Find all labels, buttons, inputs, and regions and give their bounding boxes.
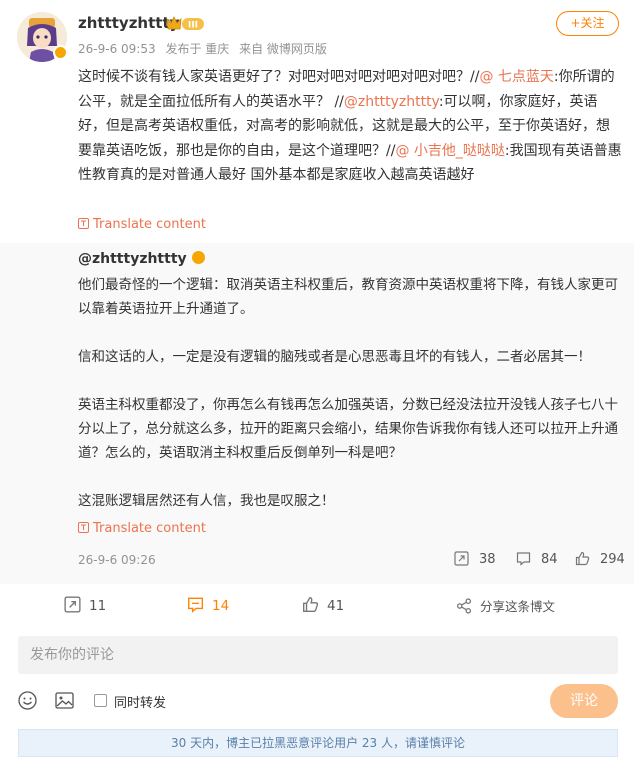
repost-checkbox[interactable] bbox=[94, 694, 107, 707]
verified-icon bbox=[191, 251, 205, 264]
repost-count: 11 bbox=[89, 598, 107, 614]
repost-translate-link[interactable]: Translate content bbox=[78, 521, 206, 536]
translate-icon bbox=[78, 522, 89, 533]
comment-notice: 30 天内，博主已拉黑恶意评论用户 23 人，请谨慎评论 bbox=[18, 729, 618, 757]
action-bar: 11 14 41 分享这条博文 bbox=[0, 586, 634, 626]
share-icon bbox=[456, 598, 472, 614]
comment-input[interactable]: 发布你的评论 bbox=[18, 636, 618, 674]
like-button[interactable]: 41 bbox=[302, 596, 344, 614]
repost-comments-stat[interactable]: 84 bbox=[516, 551, 558, 567]
share-button[interactable]: 分享这条博文 bbox=[456, 596, 555, 615]
repost-icon bbox=[454, 551, 469, 566]
post-text-segment: 这时候不谈有钱人家英语更好了？对吧对吧对吧对吧对吧对吧？// bbox=[78, 69, 480, 85]
repost-paragraph: 英语主科权重都没了，你再怎么有钱再怎么加强英语，分数已经没法拉开没钱人孩子七八十… bbox=[78, 397, 618, 461]
repost-reposts-stat[interactable]: 38 bbox=[454, 551, 496, 567]
comment-count: 14 bbox=[212, 598, 230, 614]
post-timestamp[interactable]: 26-9-6 09:53 bbox=[78, 42, 156, 56]
repost-timestamp[interactable]: 26-9-6 09:26 bbox=[78, 553, 156, 567]
mention-link[interactable]: @zhtttyzhttty bbox=[344, 94, 439, 110]
follow-button[interactable]: +关注 bbox=[556, 11, 619, 36]
repost-username-text: @zhtttyzhttty bbox=[78, 251, 187, 267]
verified-badge-icon bbox=[53, 45, 68, 60]
repost-paragraph: 信和这话的人，一定是没有逻辑的脑残或者是心思恶毒且坏的有钱人，二者必居其一！ bbox=[78, 349, 591, 365]
image-icon[interactable] bbox=[55, 692, 74, 709]
repost-button[interactable]: 11 bbox=[64, 596, 106, 614]
translate-link[interactable]: Translate content bbox=[78, 217, 206, 232]
submit-comment-button[interactable]: 评论 bbox=[550, 684, 618, 718]
share-label: 分享这条博文 bbox=[480, 599, 556, 614]
repost-text: 他们最奇怪的一个逻辑：取消英语主科权重后，教育资源中英语权重将下降，有钱人家更可… bbox=[78, 273, 623, 513]
like-icon bbox=[575, 551, 590, 566]
post-text: 这时候不谈有钱人家英语更好了？对吧对吧对吧对吧对吧对吧？//@ 七点蓝天:你所谓… bbox=[78, 65, 623, 188]
repost-username[interactable]: @zhtttyzhttty bbox=[78, 251, 205, 267]
member-crown-icon: III bbox=[166, 16, 204, 31]
comment-button[interactable]: 14 bbox=[187, 596, 229, 614]
repost-paragraph: 他们最奇怪的一个逻辑：取消英语主科权重后，教育资源中英语权重将下降，有钱人家更可… bbox=[78, 277, 618, 317]
member-level: III bbox=[188, 21, 198, 31]
repost-reposts-count: 38 bbox=[479, 552, 496, 567]
translate-icon bbox=[78, 218, 89, 229]
mention-link[interactable]: @ 小吉他_哒哒哒 bbox=[395, 143, 504, 159]
emoji-icon[interactable] bbox=[18, 691, 37, 710]
post-header: zhtttyzhttty III 26-9-6 09:53 发布于 重庆 来自 … bbox=[0, 0, 634, 62]
post-location: 发布于 重庆 bbox=[165, 42, 230, 56]
comment-icon bbox=[516, 552, 531, 566]
post-meta: 26-9-6 09:53 发布于 重庆 来自 微博网页版 bbox=[78, 40, 333, 57]
translate-label: Translate content bbox=[93, 217, 206, 232]
translate-label: Translate content bbox=[93, 521, 206, 536]
repost-checkbox-label[interactable]: 同时转发 bbox=[114, 692, 166, 711]
like-icon bbox=[303, 597, 319, 612]
repost-comments-count: 84 bbox=[541, 552, 558, 567]
like-count: 41 bbox=[327, 598, 345, 614]
repost-paragraph: 这混账逻辑居然还有人信，我也是叹服之！ bbox=[78, 493, 335, 509]
repost-icon bbox=[64, 596, 81, 613]
post-source: 来自 微博网页版 bbox=[239, 42, 327, 56]
comment-icon bbox=[188, 597, 203, 613]
repost-likes-stat[interactable]: 294 bbox=[575, 551, 625, 567]
repost-likes-count: 294 bbox=[600, 552, 625, 567]
mention-link[interactable]: @ 七点蓝天 bbox=[479, 69, 553, 85]
